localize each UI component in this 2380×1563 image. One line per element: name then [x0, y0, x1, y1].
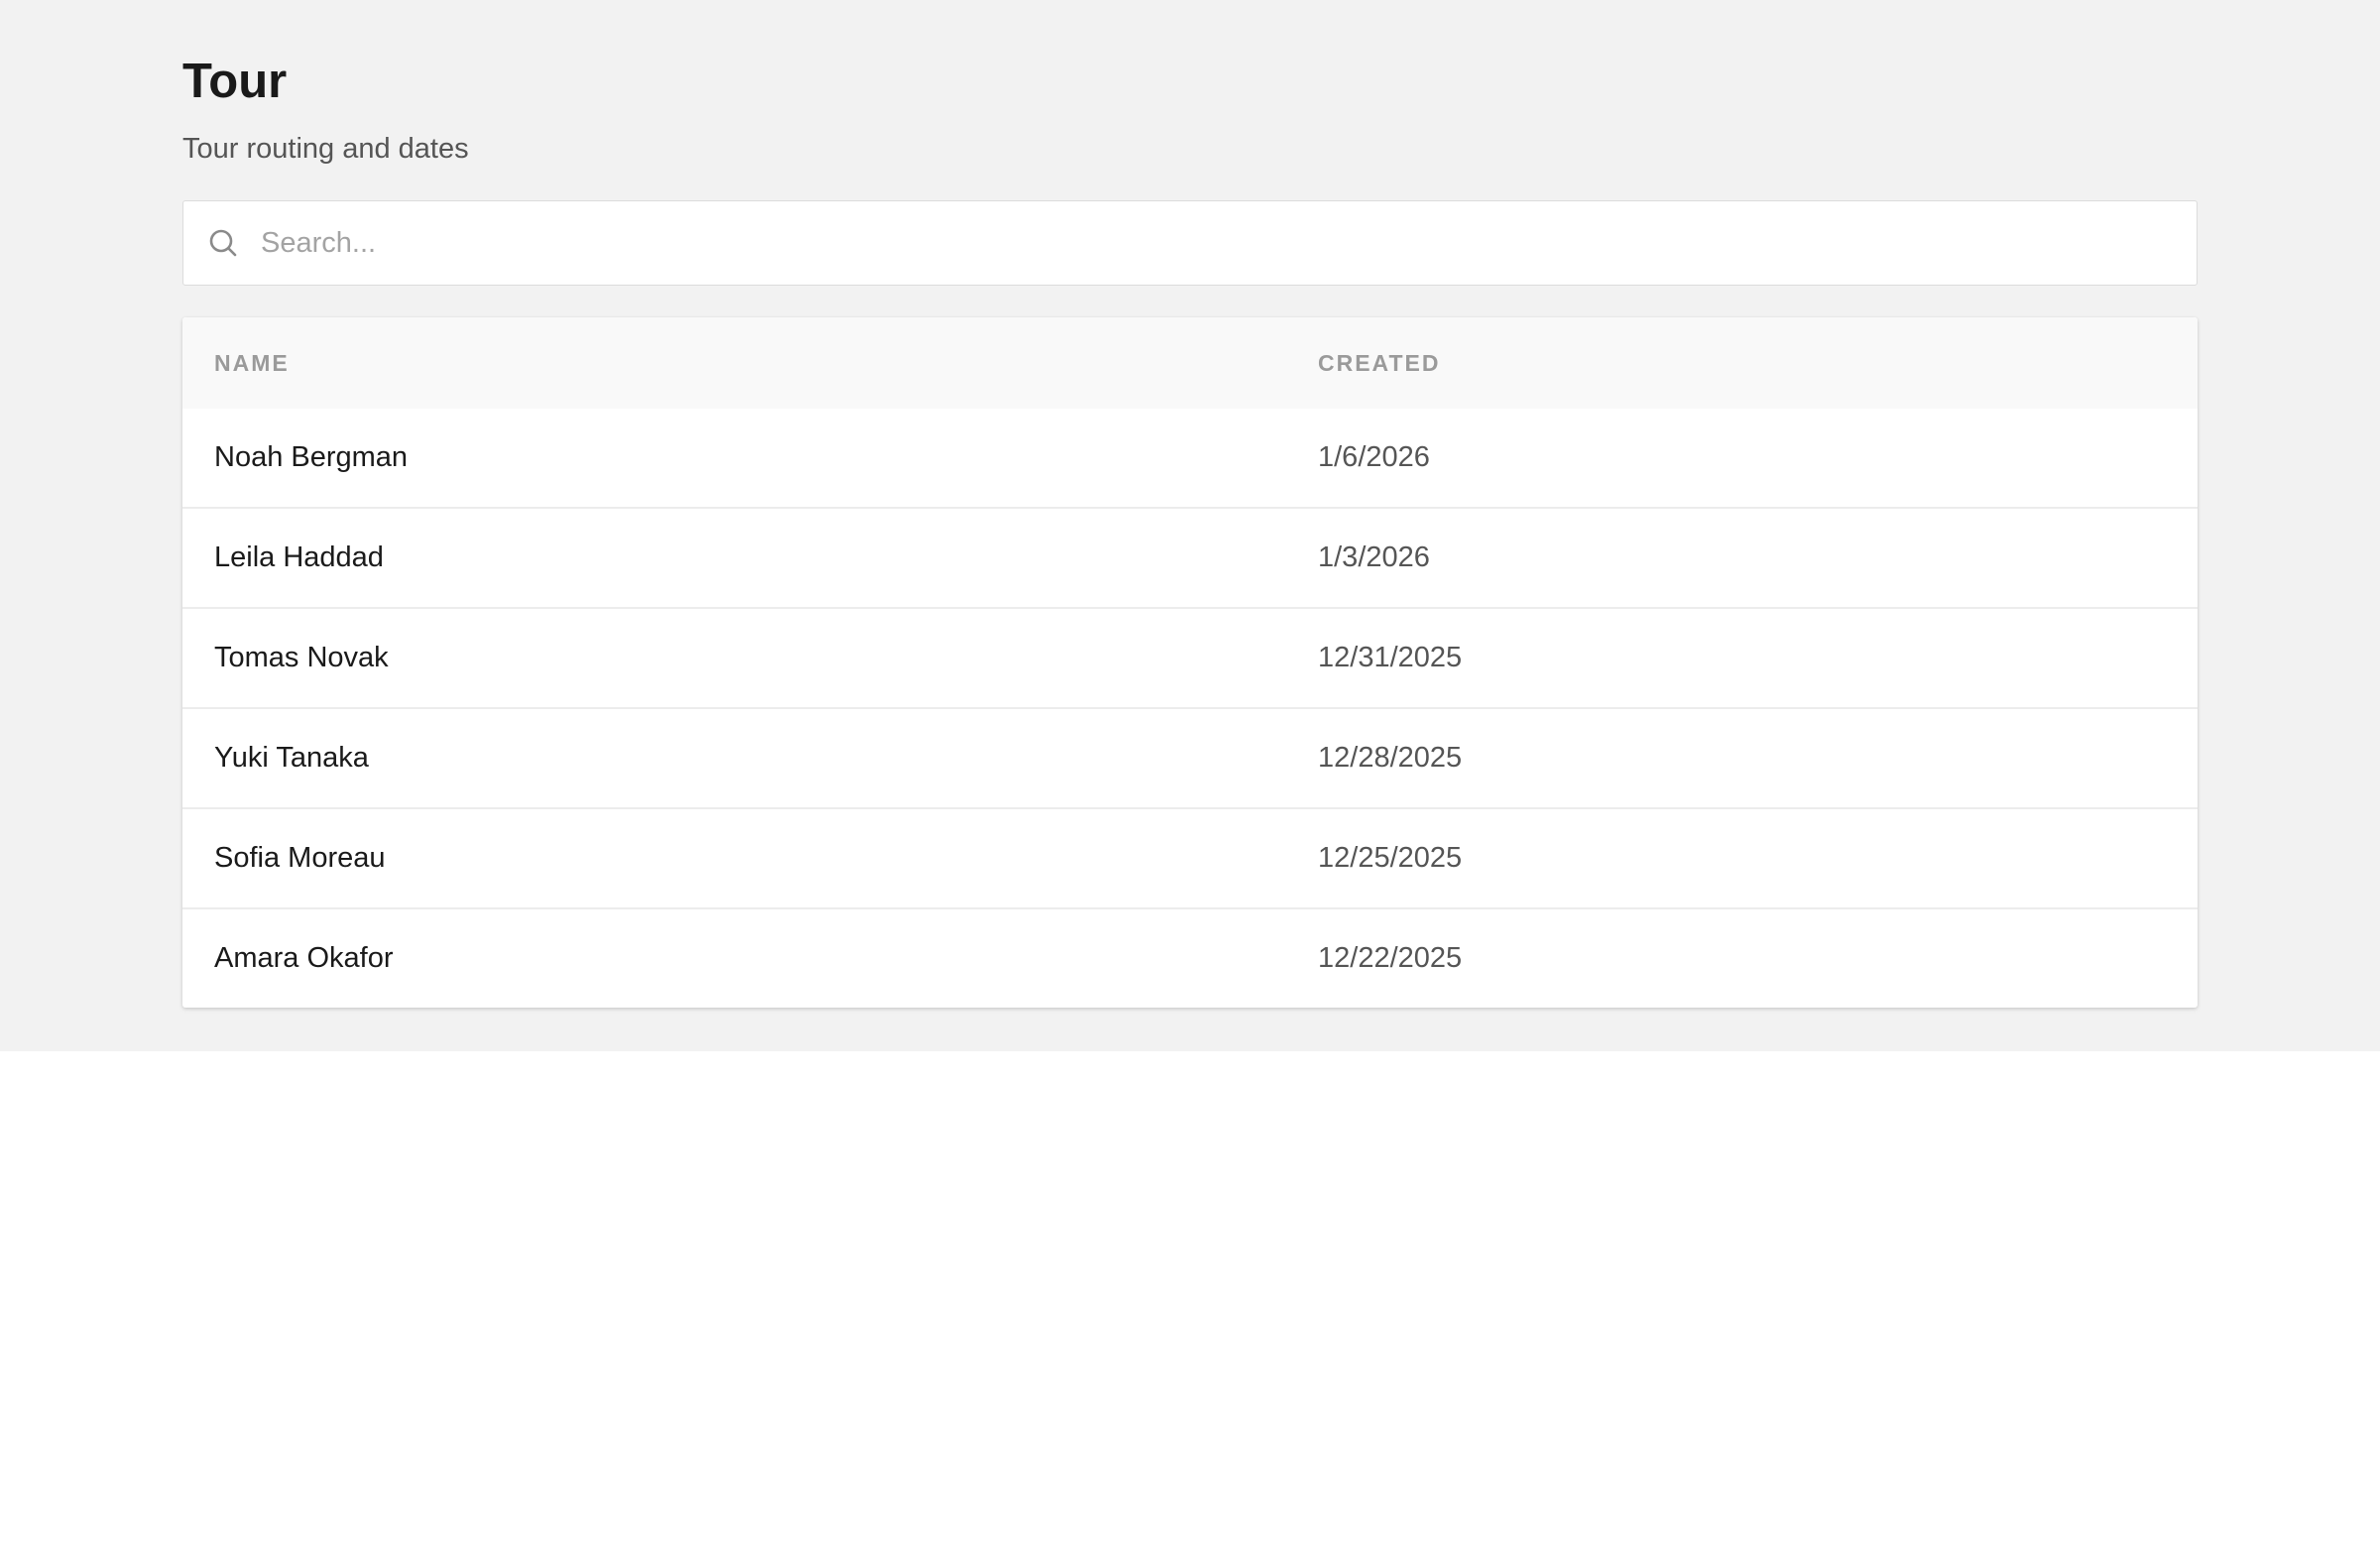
table-body: Noah Bergman 1/6/2026 Leila Haddad 1/3/2… — [182, 409, 2198, 1008]
row-created-cell: 12/28/2025 — [1286, 707, 2198, 808]
page-title: Tour — [182, 55, 288, 108]
data-table-card: NAME CREATED Noah Bergman 1/6/2026 Leila… — [182, 317, 2198, 1008]
column-header-name[interactable]: NAME — [182, 317, 1286, 409]
search-box[interactable] — [182, 200, 2198, 286]
row-name-cell: Tomas Novak — [182, 607, 1286, 708]
row-name-cell: Amara Okafor — [182, 907, 1286, 1008]
row-created-cell: 1/3/2026 — [1286, 507, 2198, 608]
table-row[interactable]: Yuki Tanaka 12/28/2025 — [182, 707, 2198, 808]
row-name-cell: Noah Bergman — [214, 441, 409, 473]
row-created-cell: 1/6/2026 — [1318, 441, 1430, 473]
row-name-cell: Sofia Moreau — [182, 807, 1286, 908]
row-created-cell: 12/31/2025 — [1286, 607, 2198, 708]
table-row[interactable]: Noah Bergman 1/6/2026 — [182, 409, 2198, 508]
search-icon — [209, 229, 237, 257]
row-name-cell: Leila Haddad — [182, 507, 1286, 608]
table-header: NAME CREATED — [182, 317, 2198, 409]
search-input[interactable] — [261, 201, 2175, 285]
page-background: Tour Tour routing and dates NAME CREATED — [0, 0, 2380, 1051]
row-created-cell: 12/22/2025 — [1286, 907, 2198, 1008]
table-row[interactable]: Amara Okafor 12/22/2025 — [182, 907, 2198, 1008]
row-name-cell: Yuki Tanaka — [182, 707, 1286, 808]
row-created-cell: 12/25/2025 — [1286, 807, 2198, 908]
data-table: NAME CREATED Noah Bergman 1/6/2026 Leila… — [182, 317, 2198, 1008]
table-row[interactable]: Sofia Moreau 12/25/2025 — [182, 807, 2198, 908]
column-header-created[interactable]: CREATED — [1286, 317, 2198, 409]
table-row[interactable]: Leila Haddad 1/3/2026 — [182, 507, 2198, 608]
page-subtitle: Tour routing and dates — [182, 133, 469, 165]
table-header-row: NAME CREATED — [182, 317, 2198, 409]
table-row[interactable]: Tomas Novak 12/31/2025 — [182, 607, 2198, 708]
